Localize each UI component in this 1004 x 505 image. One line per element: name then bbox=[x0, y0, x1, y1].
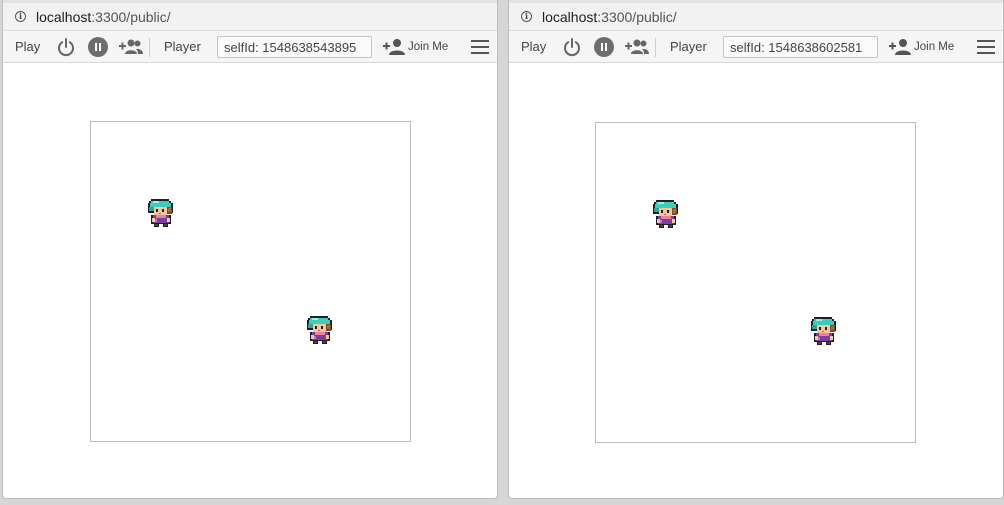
player-sprite bbox=[145, 196, 177, 230]
group-add-icon[interactable] bbox=[623, 37, 649, 57]
play-label: Play bbox=[521, 39, 547, 54]
join-me-label: Join Me bbox=[914, 41, 955, 53]
game-toolbar: Play Player selfId: 1548638543895 Join M… bbox=[3, 31, 497, 63]
game-canvas[interactable] bbox=[90, 121, 411, 442]
power-icon[interactable] bbox=[562, 37, 582, 57]
self-id-field[interactable]: selfId: 1548638602581 bbox=[723, 36, 878, 58]
url-host: localhost bbox=[36, 9, 92, 25]
info-icon[interactable]: i bbox=[521, 11, 532, 22]
pause-icon[interactable] bbox=[88, 37, 108, 57]
power-icon[interactable] bbox=[56, 37, 76, 57]
group-add-icon[interactable] bbox=[117, 37, 143, 57]
menu-icon[interactable] bbox=[471, 40, 489, 54]
toolbar-divider bbox=[149, 38, 150, 57]
url-host: localhost bbox=[542, 9, 598, 25]
menu-icon[interactable] bbox=[977, 40, 995, 54]
url-text[interactable]: localhost:3300/public/ bbox=[36, 9, 171, 25]
player-sprite bbox=[808, 314, 840, 348]
game-canvas[interactable] bbox=[595, 122, 916, 443]
pause-icon[interactable] bbox=[594, 37, 614, 57]
url-text[interactable]: localhost:3300/public/ bbox=[542, 9, 677, 25]
address-bar[interactable]: i localhost:3300/public/ bbox=[3, 0, 497, 31]
join-me-button[interactable]: Join Me bbox=[383, 37, 448, 57]
url-path: :3300/public/ bbox=[597, 9, 677, 25]
join-me-button[interactable]: Join Me bbox=[889, 37, 954, 57]
info-icon[interactable]: i bbox=[15, 11, 26, 22]
browser-window-left: i localhost:3300/public/ Play Player sel… bbox=[2, 0, 498, 499]
game-toolbar: Play Player selfId: 1548638602581 Join M… bbox=[509, 31, 1003, 63]
player-label: Player bbox=[164, 39, 201, 54]
join-me-label: Join Me bbox=[408, 41, 449, 53]
player-sprite bbox=[650, 197, 682, 231]
person-add-icon bbox=[889, 39, 911, 55]
address-bar[interactable]: i localhost:3300/public/ bbox=[509, 0, 1003, 31]
person-add-icon bbox=[383, 39, 405, 55]
url-path: :3300/public/ bbox=[91, 9, 171, 25]
self-id-field[interactable]: selfId: 1548638543895 bbox=[217, 36, 372, 58]
toolbar-divider bbox=[655, 38, 656, 57]
player-label: Player bbox=[670, 39, 707, 54]
player-sprite bbox=[304, 313, 336, 347]
play-label: Play bbox=[15, 39, 41, 54]
browser-window-right: i localhost:3300/public/ Play Player sel… bbox=[508, 0, 1004, 499]
